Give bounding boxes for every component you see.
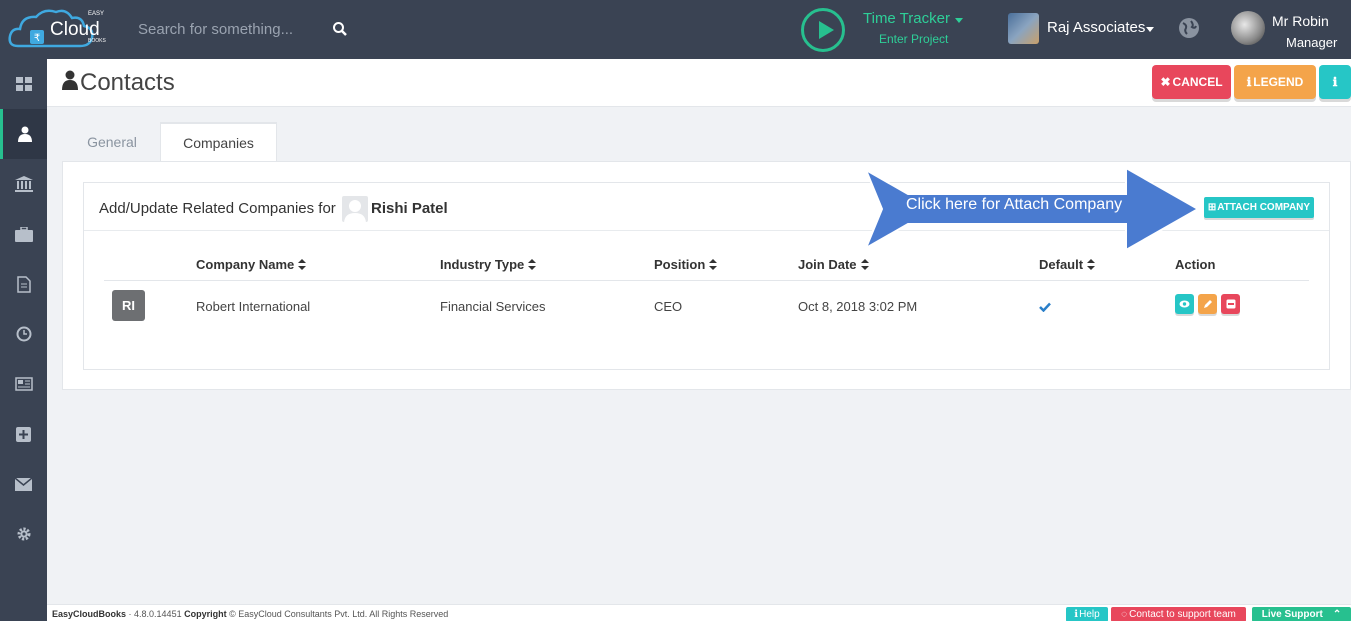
column-header-default[interactable]: Default bbox=[1039, 257, 1096, 273]
pencil-icon bbox=[1203, 300, 1212, 308]
sort-icon[interactable] bbox=[528, 258, 537, 273]
column-header-industry-type[interactable]: Industry Type bbox=[440, 257, 537, 273]
cell-company-name: Robert International bbox=[196, 299, 311, 314]
sort-icon[interactable] bbox=[709, 258, 718, 273]
attach-company-label: ATTACH COMPANY bbox=[1217, 202, 1311, 213]
attach-company-button[interactable]: ⊞ ATTACH COMPANY bbox=[1204, 197, 1314, 218]
svg-text:Cloud: Cloud bbox=[50, 19, 100, 40]
plus-square-icon[interactable] bbox=[0, 409, 47, 459]
company-initials-avatar: RI bbox=[112, 290, 145, 321]
delete-button[interactable] bbox=[1221, 294, 1240, 314]
close-icon: ✖ bbox=[1160, 75, 1171, 89]
checkmark-icon bbox=[1039, 299, 1051, 317]
user-icon[interactable] bbox=[0, 109, 47, 159]
footer-copyright: EasyCloudBooks · 4.8.0.14451 Copyright ©… bbox=[52, 609, 449, 619]
page-title: Contacts bbox=[80, 69, 175, 96]
callout-text: Click here for Attach Company bbox=[906, 196, 1123, 213]
cancel-label: CANCEL bbox=[1172, 75, 1223, 89]
eye-icon bbox=[1179, 300, 1190, 308]
dashboard-icon[interactable] bbox=[0, 59, 47, 109]
play-icon[interactable] bbox=[801, 8, 845, 52]
clock-icon[interactable] bbox=[0, 309, 47, 359]
time-tracker-dropdown[interactable]: Time Tracker bbox=[863, 10, 950, 27]
briefcase-icon[interactable] bbox=[0, 209, 47, 259]
svg-text:₹: ₹ bbox=[34, 33, 40, 44]
sort-icon[interactable] bbox=[298, 258, 307, 273]
organization-avatar[interactable] bbox=[1008, 13, 1039, 44]
plus-square-icon: ⊞ bbox=[1207, 202, 1217, 213]
info-circle-icon: ℹ bbox=[1246, 75, 1252, 89]
column-header-position[interactable]: Position bbox=[654, 257, 718, 273]
user-name[interactable]: Mr Robin bbox=[1272, 13, 1329, 29]
newspaper-icon[interactable] bbox=[0, 359, 47, 409]
bank-icon[interactable] bbox=[0, 159, 47, 209]
column-header-company-name[interactable]: Company Name bbox=[196, 257, 307, 273]
table-divider bbox=[104, 280, 1309, 281]
sidebar bbox=[0, 59, 47, 621]
legend-button[interactable]: ℹ LEGEND bbox=[1234, 65, 1316, 99]
enter-project-link[interactable]: Enter Project bbox=[879, 32, 948, 46]
cell-industry-type: Financial Services bbox=[440, 299, 546, 314]
contact-support-button[interactable]: ◌ Contact to support team bbox=[1111, 607, 1246, 621]
sort-icon[interactable] bbox=[860, 258, 869, 273]
page-header: Contacts ✖ CANCEL ℹ LEGEND ℹ bbox=[47, 59, 1351, 107]
info-circle-icon: ℹ bbox=[1332, 75, 1338, 89]
organization-dropdown[interactable]: Raj Associates bbox=[1047, 19, 1145, 36]
search-input[interactable]: Search for something... bbox=[138, 21, 293, 38]
view-button[interactable] bbox=[1175, 294, 1194, 314]
svg-text:BOOKS: BOOKS bbox=[88, 38, 106, 44]
tab-companies[interactable]: Companies bbox=[160, 122, 277, 162]
info-button[interactable]: ℹ bbox=[1319, 65, 1351, 99]
cell-position: CEO bbox=[654, 299, 683, 314]
minus-square-icon bbox=[1226, 299, 1235, 309]
top-navbar: ₹ Cloud EASY BOOKS Search for something.… bbox=[0, 0, 1351, 59]
document-icon[interactable] bbox=[0, 259, 47, 309]
panel-title: Add/Update Related Companies for bbox=[99, 200, 336, 217]
contact-name: Rishi Patel bbox=[371, 200, 448, 217]
info-circle-icon: ℹ bbox=[1074, 609, 1079, 620]
footer: EasyCloudBooks · 4.8.0.14451 Copyright ©… bbox=[47, 604, 1351, 621]
search-icon[interactable] bbox=[332, 21, 348, 42]
contact-avatar bbox=[342, 196, 368, 222]
help-button[interactable]: ℹ Help bbox=[1066, 607, 1108, 621]
column-header-join-date[interactable]: Join Date bbox=[798, 257, 869, 273]
envelope-icon[interactable] bbox=[0, 459, 47, 509]
gear-icon[interactable] bbox=[0, 509, 47, 559]
caret-down-icon[interactable] bbox=[1146, 27, 1154, 32]
column-header-action: Action bbox=[1175, 257, 1216, 272]
caret-down-icon[interactable] bbox=[955, 18, 963, 23]
cell-join-date: Oct 8, 2018 3:02 PM bbox=[798, 299, 918, 314]
sort-icon[interactable] bbox=[1087, 258, 1096, 273]
legend-label: LEGEND bbox=[1253, 75, 1304, 89]
tab-general[interactable]: General bbox=[62, 122, 162, 162]
live-support-button[interactable]: Live Support ⌃ bbox=[1252, 607, 1351, 621]
chevron-up-icon: ⌃ bbox=[1332, 609, 1342, 620]
edit-button[interactable] bbox=[1198, 294, 1217, 314]
easycloudbooks-logo[interactable]: ₹ Cloud EASY BOOKS bbox=[8, 4, 128, 54]
user-role: Manager bbox=[1286, 35, 1338, 50]
cancel-button[interactable]: ✖ CANCEL bbox=[1152, 65, 1231, 99]
user-avatar[interactable] bbox=[1231, 11, 1265, 45]
svg-text:EASY: EASY bbox=[88, 11, 104, 17]
globe-icon[interactable] bbox=[1178, 17, 1200, 44]
comment-icon: ◌ bbox=[1121, 609, 1128, 620]
user-icon bbox=[62, 70, 78, 95]
